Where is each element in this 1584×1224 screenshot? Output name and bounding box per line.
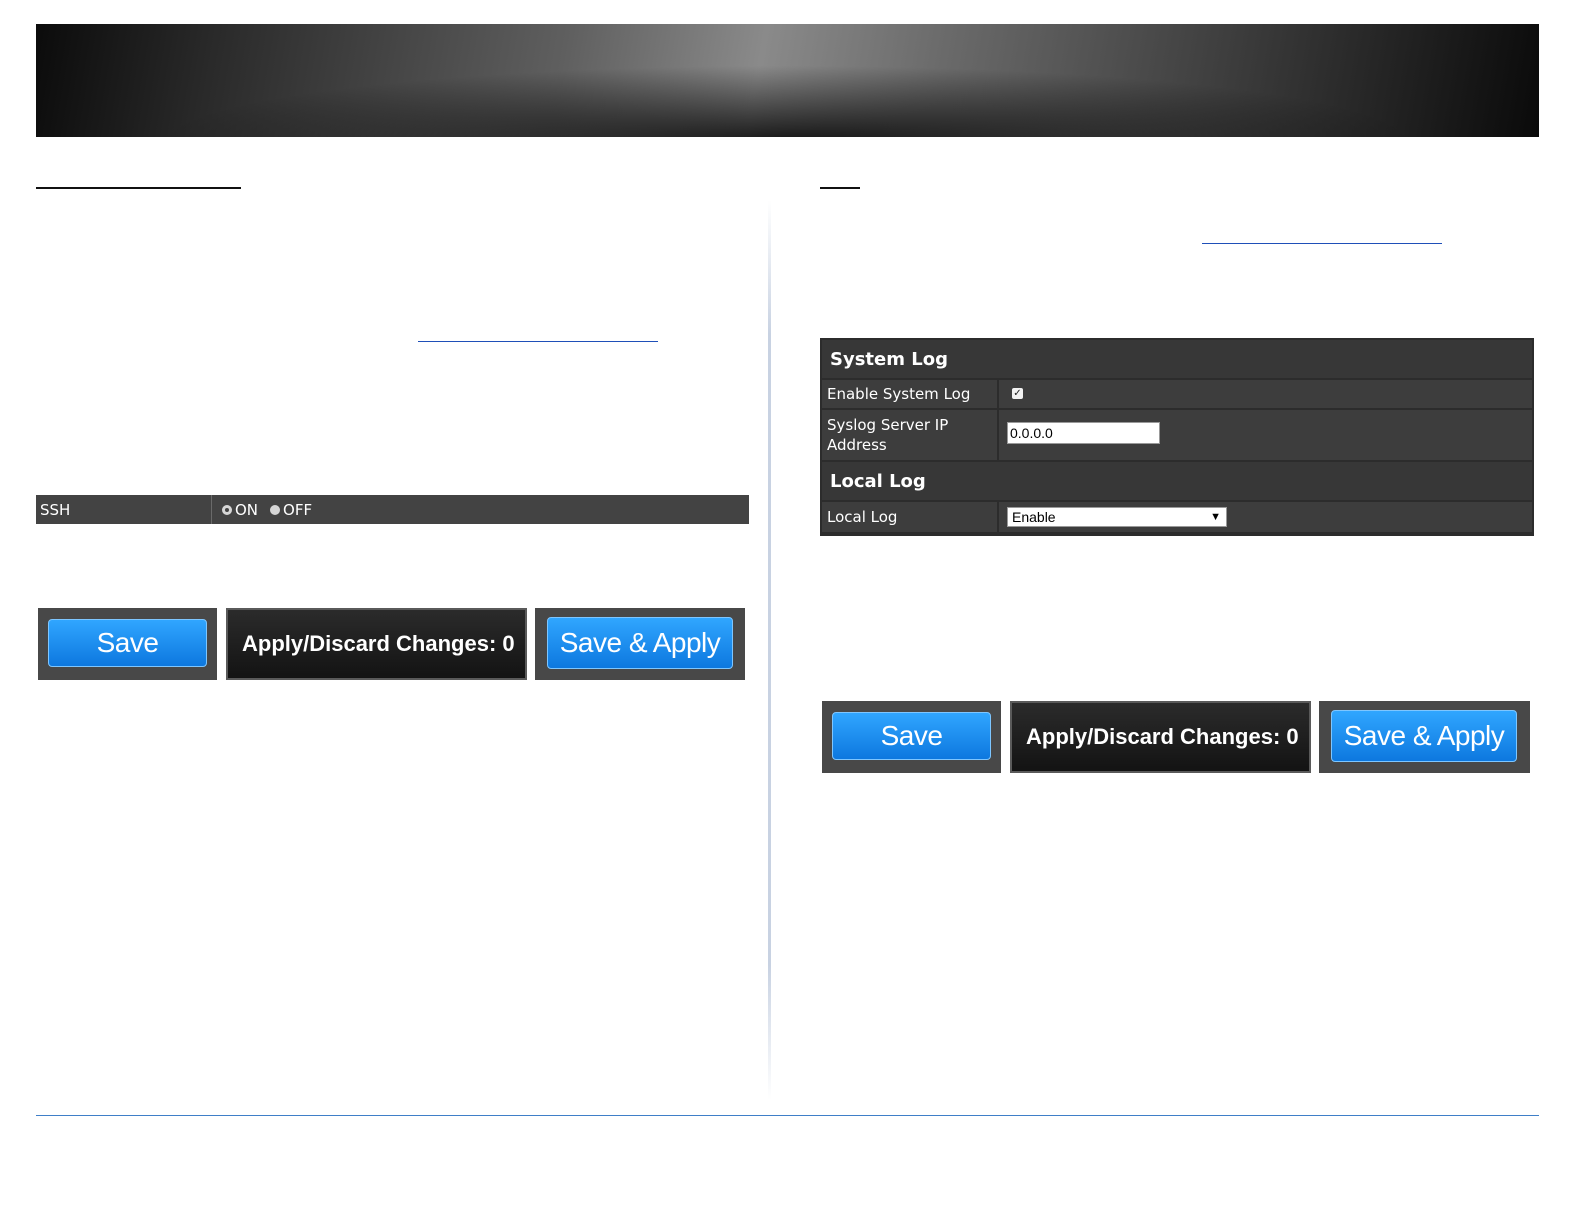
ssh-off-option[interactable]: OFF (270, 501, 312, 519)
enable-system-log-checkbox[interactable]: ✓ (1012, 388, 1023, 399)
save-apply-button[interactable]: Save & Apply (547, 617, 733, 669)
link-underline-left[interactable] (418, 341, 658, 342)
column-divider (768, 200, 771, 1100)
local-log-selected-value: Enable (1012, 509, 1056, 525)
ssh-on-option[interactable]: ON (222, 501, 258, 519)
section-heading-underline-right (820, 187, 860, 189)
save-button-right[interactable]: Save (832, 712, 991, 760)
local-log-header: Local Log (822, 462, 1532, 500)
local-log-label: Local Log (822, 502, 999, 532)
header-banner (36, 24, 1539, 137)
syslog-panel: System Log Enable System Log ✓ Syslog Se… (820, 338, 1534, 536)
syslog-server-ip-label: Syslog Server IP Address (822, 410, 999, 460)
local-log-select[interactable]: Enable ▼ (1007, 507, 1227, 527)
ssh-label: SSH (36, 495, 212, 524)
local-log-row: Local Log Enable ▼ (822, 502, 1532, 532)
save-button[interactable]: Save (48, 619, 207, 667)
dropdown-arrow-icon[interactable]: ▼ (1210, 508, 1221, 526)
footer-rule (36, 1115, 1539, 1116)
ssh-setting-row: SSH ON OFF (36, 495, 749, 524)
enable-system-log-label: Enable System Log (822, 380, 999, 408)
ssh-on-label: ON (235, 500, 259, 519)
apply-discard-button-right[interactable]: Apply/Discard Changes: 0 (1010, 701, 1311, 773)
link-underline-right[interactable] (1202, 243, 1442, 244)
ssh-off-label: OFF (283, 500, 313, 519)
enable-system-log-row: Enable System Log ✓ (822, 380, 1532, 408)
section-heading-underline-left (36, 187, 241, 189)
system-log-header: System Log (822, 340, 1532, 378)
syslog-server-ip-row: Syslog Server IP Address 0.0.0.0 (822, 410, 1532, 460)
radio-selected-icon[interactable] (222, 504, 232, 515)
syslog-server-ip-input[interactable]: 0.0.0.0 (1007, 422, 1160, 444)
radio-unselected-icon[interactable] (270, 504, 281, 515)
save-apply-button-right[interactable]: Save & Apply (1331, 710, 1517, 762)
apply-discard-button[interactable]: Apply/Discard Changes: 0 (226, 608, 527, 680)
ssh-options: ON OFF (212, 501, 320, 519)
